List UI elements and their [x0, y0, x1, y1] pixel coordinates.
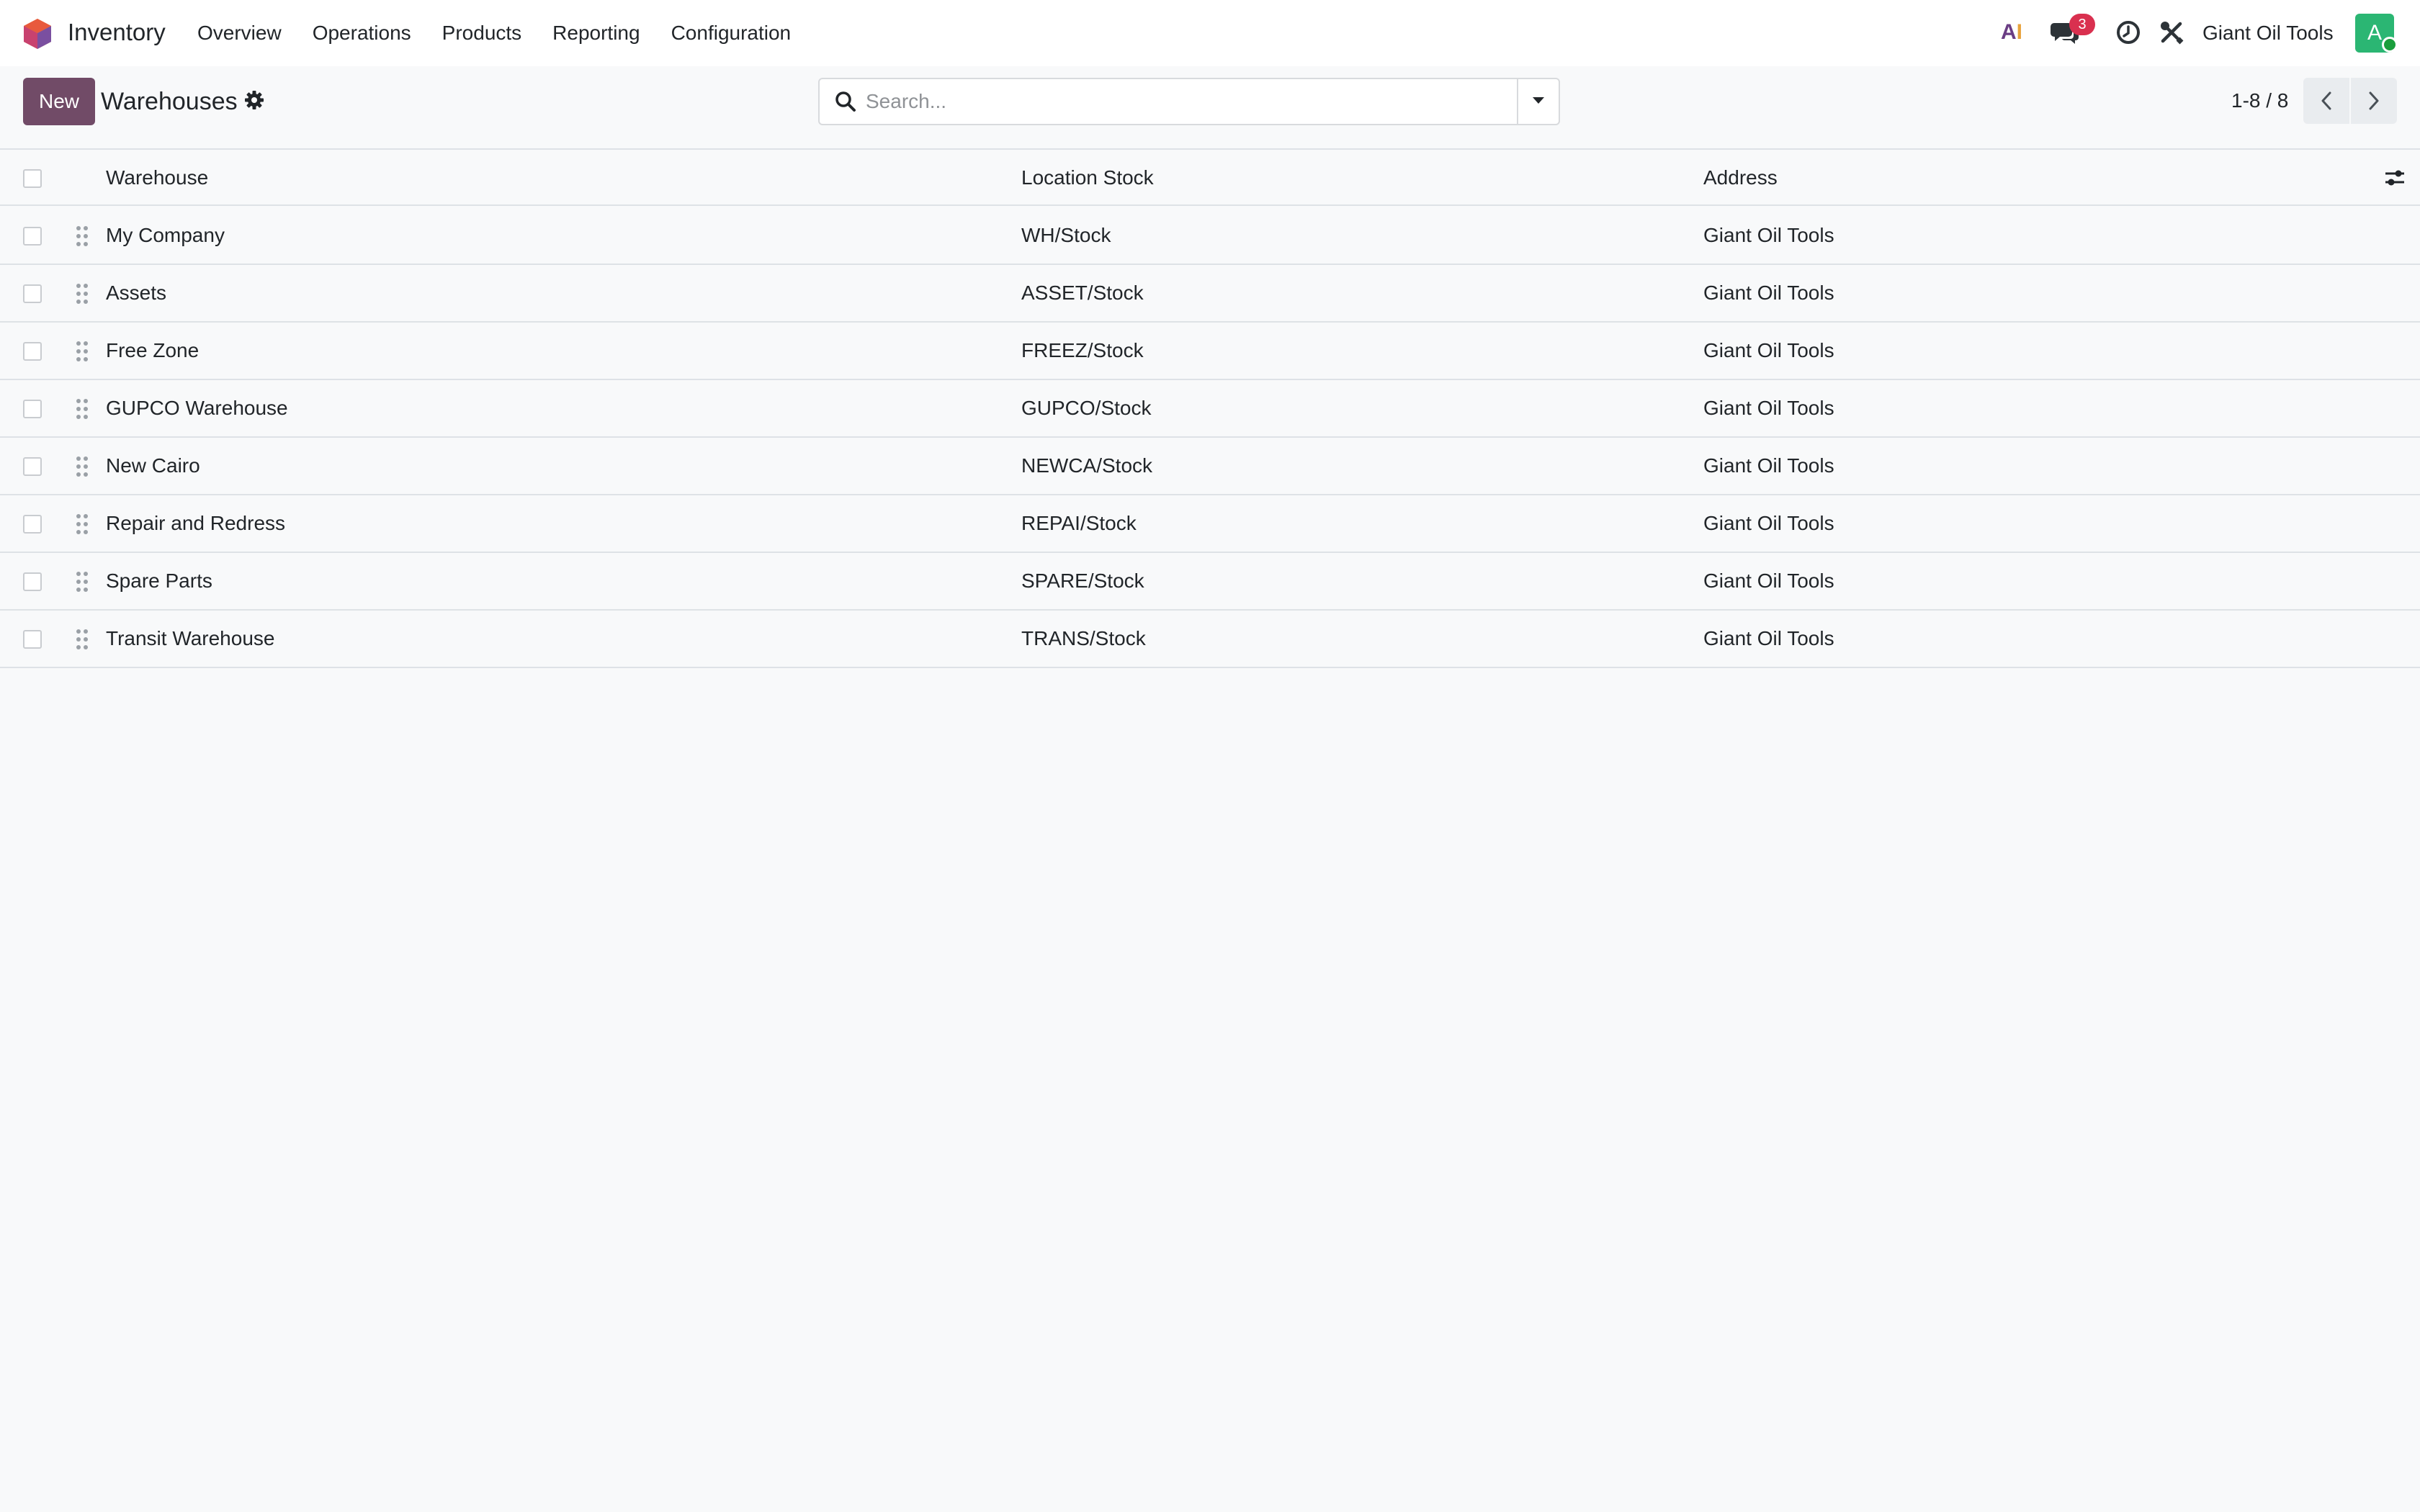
gear-icon[interactable]	[243, 89, 265, 111]
table-row[interactable]: Spare Parts SPARE/Stock Giant Oil Tools	[0, 553, 2420, 611]
menu-products[interactable]: Products	[442, 19, 522, 48]
search-icon	[835, 91, 856, 112]
search-options-toggle[interactable]	[1517, 79, 1559, 124]
cell-location-stock[interactable]: WH/Stock	[1021, 207, 1111, 264]
caret-down-icon	[1533, 97, 1544, 104]
inventory-app-icon[interactable]	[22, 17, 53, 50]
table-row[interactable]: Free Zone FREEZ/Stock Giant Oil Tools	[0, 323, 2420, 380]
drag-handle-icon[interactable]	[75, 340, 89, 363]
cell-location-stock[interactable]: FREEZ/Stock	[1021, 323, 1144, 379]
menu-overview[interactable]: Overview	[197, 19, 282, 48]
clock-icon[interactable]	[2115, 19, 2141, 45]
new-button[interactable]: New	[23, 78, 95, 125]
table-row[interactable]: New Cairo NEWCA/Stock Giant Oil Tools	[0, 438, 2420, 495]
pager-next-button[interactable]	[2351, 78, 2397, 124]
tools-icon[interactable]	[2159, 19, 2184, 45]
cell-address[interactable]: Giant Oil Tools	[1703, 438, 1834, 494]
column-header-address[interactable]: Address	[1703, 150, 1778, 206]
cell-warehouse[interactable]: Transit Warehouse	[106, 611, 274, 667]
menu-configuration[interactable]: Configuration	[671, 19, 792, 48]
menu-operations[interactable]: Operations	[313, 19, 411, 48]
row-checkbox[interactable]	[23, 457, 42, 476]
drag-handle-icon[interactable]	[75, 628, 89, 651]
cell-address[interactable]: Giant Oil Tools	[1703, 323, 1834, 379]
optional-columns-icon[interactable]	[2384, 166, 2406, 190]
drag-handle-icon[interactable]	[75, 282, 89, 305]
cell-warehouse[interactable]: Free Zone	[106, 323, 199, 379]
cell-address[interactable]: Giant Oil Tools	[1703, 380, 1834, 436]
cell-location-stock[interactable]: GUPCO/Stock	[1021, 380, 1151, 436]
column-header-location-stock[interactable]: Location Stock	[1021, 150, 1154, 206]
chat-count-badge: 3	[2069, 14, 2095, 35]
cell-warehouse[interactable]: My Company	[106, 207, 225, 264]
search-bar	[818, 78, 1560, 125]
cell-address[interactable]: Giant Oil Tools	[1703, 495, 1834, 552]
row-checkbox[interactable]	[23, 630, 42, 649]
table-row[interactable]: Repair and Redress REPAI/Stock Giant Oil T…	[0, 495, 2420, 553]
app-name[interactable]: Inventory	[68, 17, 166, 48]
drag-handle-icon[interactable]	[75, 570, 89, 593]
drag-handle-icon[interactable]	[75, 455, 89, 478]
column-header-warehouse[interactable]: Warehouse	[106, 150, 208, 206]
search-input[interactable]	[866, 82, 1500, 121]
cell-warehouse[interactable]: Assets	[106, 265, 166, 321]
row-checkbox[interactable]	[23, 284, 42, 303]
cell-warehouse[interactable]: New Cairo	[106, 438, 200, 494]
cell-location-stock[interactable]: SPARE/Stock	[1021, 553, 1144, 609]
menu-reporting[interactable]: Reporting	[552, 19, 640, 48]
table-row[interactable]: GUPCO Warehouse GUPCO/Stock Giant Oil Tool…	[0, 380, 2420, 438]
cell-address[interactable]: Giant Oil Tools	[1703, 265, 1834, 321]
cell-warehouse[interactable]: Spare Parts	[106, 553, 212, 609]
row-checkbox[interactable]	[23, 572, 42, 591]
cell-location-stock[interactable]: NEWCA/Stock	[1021, 438, 1152, 494]
drag-handle-icon[interactable]	[75, 225, 89, 248]
chevron-left-icon	[2321, 91, 2331, 110]
table-row[interactable]: My Company WH/Stock Giant Oil Tools	[0, 207, 2420, 265]
cell-address[interactable]: Giant Oil Tools	[1703, 553, 1834, 609]
row-checkbox[interactable]	[23, 227, 42, 246]
company-switcher[interactable]: Giant Oil Tools	[2202, 19, 2334, 48]
cell-warehouse[interactable]: GUPCO Warehouse	[106, 380, 288, 436]
online-status-dot	[2382, 37, 2398, 53]
row-checkbox[interactable]	[23, 400, 42, 418]
table-row[interactable]: Transit Warehouse TRANS/Stock Giant Oil To…	[0, 611, 2420, 668]
cell-location-stock[interactable]: TRANS/Stock	[1021, 611, 1146, 667]
ai-icon[interactable]: AI	[2001, 20, 2030, 46]
cell-warehouse[interactable]: Repair and Redress	[106, 495, 285, 552]
top-navbar: Inventory Overview Operations Products R…	[0, 0, 2420, 66]
cell-address[interactable]: Giant Oil Tools	[1703, 611, 1834, 667]
cell-location-stock[interactable]: REPAI/Stock	[1021, 495, 1137, 552]
cell-location-stock[interactable]: ASSET/Stock	[1021, 265, 1144, 321]
select-all-checkbox[interactable]	[23, 169, 42, 188]
drag-handle-icon[interactable]	[75, 397, 89, 420]
cell-address[interactable]: Giant Oil Tools	[1703, 207, 1834, 264]
table-row[interactable]: Assets ASSET/Stock Giant Oil Tools	[0, 265, 2420, 323]
row-checkbox[interactable]	[23, 515, 42, 534]
main-menu: Overview Operations Products Reporting C…	[197, 19, 822, 48]
table-header: Warehouse Location Stock Address	[0, 148, 2420, 206]
drag-handle-icon[interactable]	[75, 513, 89, 536]
row-checkbox[interactable]	[23, 342, 42, 361]
pager-previous-button[interactable]	[2303, 78, 2349, 124]
pager-value[interactable]: 1-8 / 8	[2231, 86, 2288, 115]
page-title[interactable]: Warehouses	[101, 85, 238, 118]
chevron-right-icon	[2369, 91, 2379, 110]
